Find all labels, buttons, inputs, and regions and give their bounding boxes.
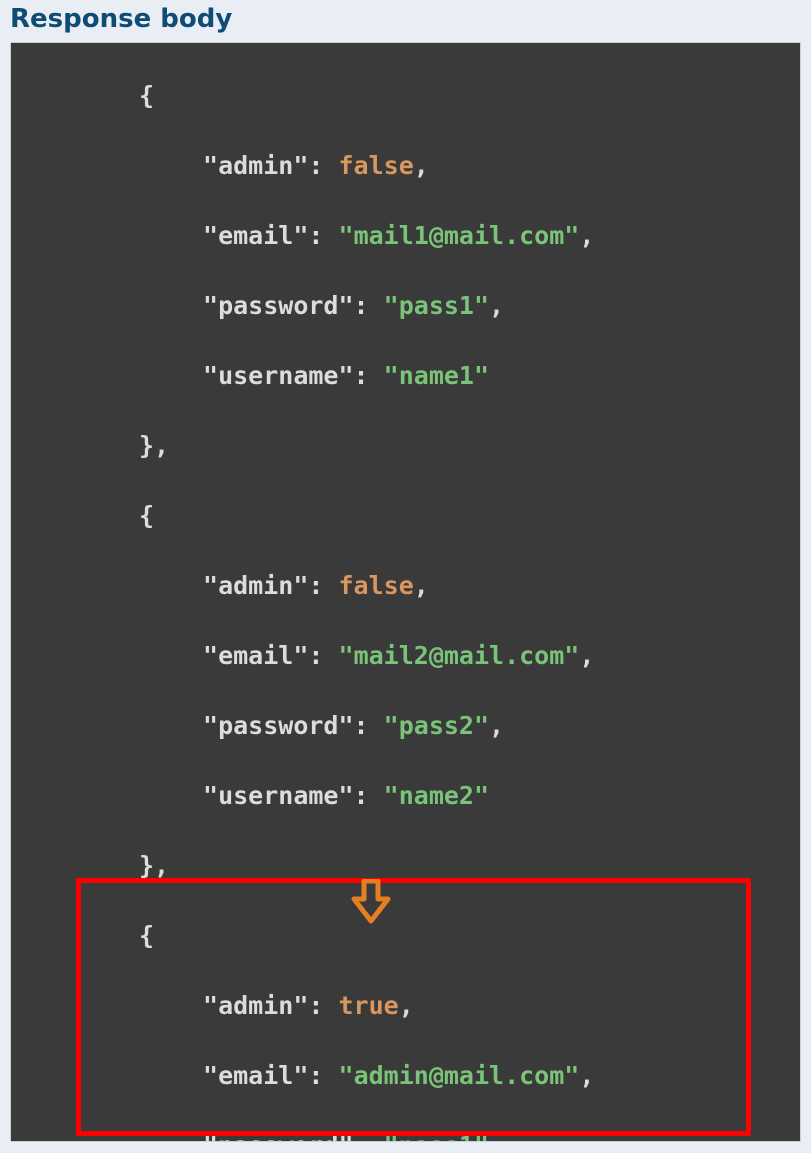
json-code: { "admin": false, "email": "mail1@mail.c… [11, 43, 800, 1142]
response-body-panel[interactable]: { "admin": false, "email": "mail1@mail.c… [10, 42, 801, 1142]
section-header: Response body [0, 0, 811, 42]
header-title: Response body [10, 4, 232, 34]
